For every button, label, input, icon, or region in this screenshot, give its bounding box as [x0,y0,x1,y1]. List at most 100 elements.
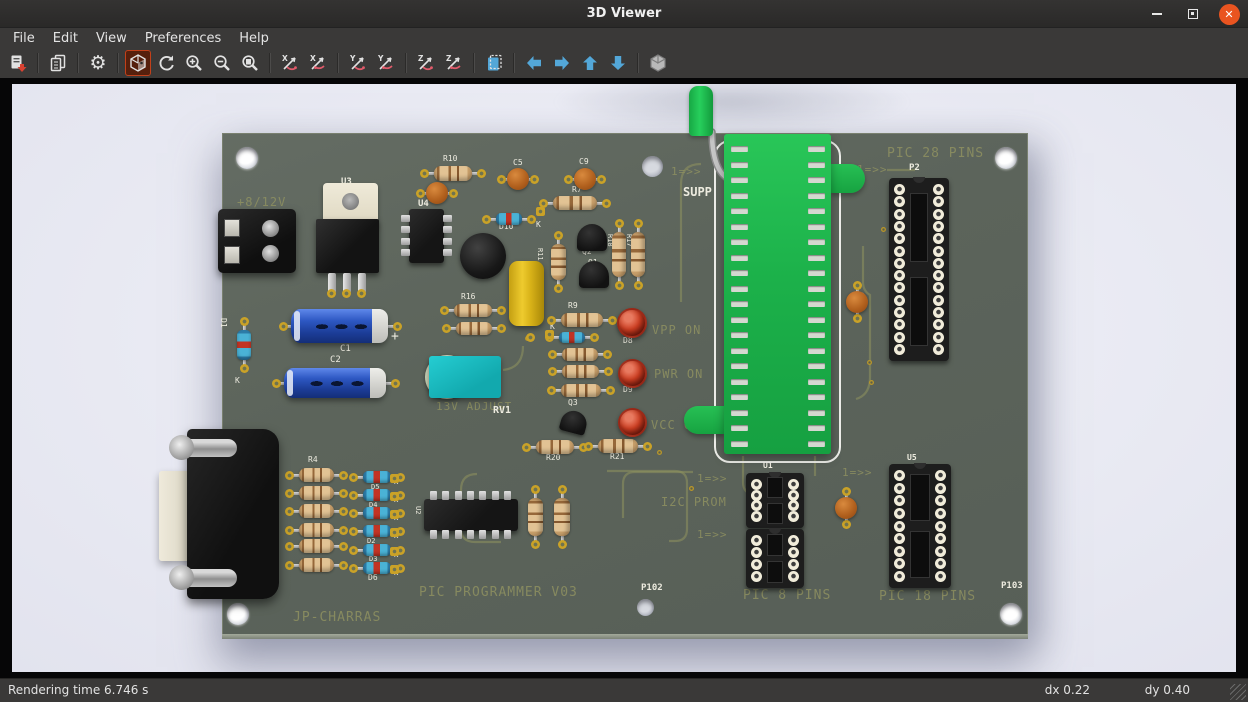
pcb-board: +8/12VPIC 28 PINS1=>>1=>>SUPPVPP ONPWR O… [222,133,1028,635]
menu-help[interactable]: Help [230,30,278,47]
component-R13 [552,485,572,549]
component-R11 [549,231,568,293]
component-C5 [497,168,539,190]
component-C3 [509,261,544,326]
silkscreen-text: P103 [1001,582,1023,591]
rotate-y-counterclockwise-button[interactable]: Y [373,50,399,76]
silkscreen-text: PIC 18 PINS [879,590,976,603]
move-up-button[interactable] [577,50,603,76]
via [689,486,694,491]
silkscreen-text: PIC PROGRAMMER V03 [419,586,578,599]
title-bar[interactable]: 3D Viewer ✕ [0,0,1248,28]
toolbar-separator [77,53,79,73]
component-Q2 [577,224,607,251]
toolbar-separator [637,53,639,73]
component-P2-socket [889,178,949,361]
3d-viewport[interactable]: +8/12VPIC 28 PINS1=>>1=>>SUPPVPP ONPWR O… [12,84,1236,672]
silkscreen-text: I2C PROM [661,496,727,508]
arrow-down-icon [608,53,628,73]
refresh-icon [156,53,176,73]
silkscreen-text: P102 [641,584,663,593]
via [881,227,886,232]
zoom-out-button[interactable] [209,50,235,76]
silkscreen-text: R10 [443,155,457,163]
resize-grip[interactable] [1230,684,1246,700]
component-U3-regulator [316,183,379,298]
menu-edit[interactable]: Edit [44,30,87,47]
component-pad-k [390,547,399,556]
reload-board-button[interactable] [153,50,179,76]
rotate-x-counterclockwise-button[interactable]: X [305,50,331,76]
component-U1-socket [746,473,804,528]
move-right-button[interactable] [549,50,575,76]
menu-preferences[interactable]: Preferences [136,30,230,47]
orthographic-projection-button[interactable] [645,50,671,76]
silkscreen-text: C9 [579,158,589,166]
component-pad-k [545,330,554,339]
zoom-in-icon [184,53,204,73]
component-R4 [285,466,348,484]
component-R15 [442,320,506,337]
render-options-button[interactable]: ⚙ [85,50,111,76]
component-R6 [285,502,348,520]
silkscreen-text: R11 [536,248,543,261]
toggle-3d-orientation-button[interactable] [125,50,151,76]
svg-text:Z: Z [446,54,452,63]
component-R16 [440,302,506,319]
zoom-fit-button[interactable] [237,50,263,76]
pan-mode-button[interactable] [481,50,507,76]
toolbar-separator [37,53,39,73]
component-pad-k [390,474,399,483]
component-J1-db9 [159,429,279,599]
menu-file[interactable]: File [4,30,44,47]
component-U6-socket [746,529,804,588]
status-bar: Rendering time 6.746 s dx 0.22 dy 0.40 [0,678,1248,702]
rotate-y-clockwise-button[interactable]: Y [345,50,371,76]
rotate-z-counterclockwise-button[interactable]: Z [441,50,467,76]
silkscreen-text: C5 [513,159,523,167]
silkscreen-text: D1 [219,318,227,328]
component-pad-k [390,492,399,501]
toolbar: ⚙ X X Y Y Z Z [0,48,1248,78]
rotate-z-clockwise-button[interactable]: Z [413,50,439,76]
arrow-right-icon [552,53,572,73]
close-button[interactable]: ✕ [1218,3,1240,25]
component-C9 [564,168,606,190]
svg-text:Y: Y [349,54,356,63]
gear-icon: ⚙ [89,54,106,73]
toolbar-separator [337,53,339,73]
component-R3 [285,556,348,574]
export-image-button[interactable] [5,50,31,76]
arrow-up-icon [580,53,600,73]
copy-icon [48,53,68,73]
svg-text:X: X [310,54,316,63]
silkscreen-text: U5 [907,454,917,462]
rot-x-ccw-icon: X [308,53,328,73]
silkscreen-text: PIC 28 PINS [887,147,984,160]
move-left-button[interactable] [521,50,547,76]
minimize-button[interactable] [1146,3,1168,25]
component-mount-hole-tm [642,156,663,177]
move-down-button[interactable] [605,50,631,76]
component-C4 [416,182,458,204]
component-R7 [539,194,611,212]
svg-text:Z: Z [418,54,424,63]
menu-view[interactable]: View [87,30,136,47]
component-R14 [548,363,613,380]
component-U2-ic [424,499,518,531]
maximize-button[interactable] [1182,3,1204,25]
copy-image-button[interactable] [45,50,71,76]
window-controls: ✕ [1146,0,1240,28]
via [657,450,662,455]
3d-viewer-window: 3D Viewer ✕ FileEditViewPreferencesHelp … [0,0,1248,702]
status-dx: dx 0.22 [1045,683,1090,697]
silkscreen-text: JP-CHARRAS [293,611,381,624]
rot-y-cw-icon: Y [348,53,368,73]
component-pad-k [390,528,399,537]
zoom-in-button[interactable] [181,50,207,76]
toolbar-separator [405,53,407,73]
component-R18 [610,219,628,290]
pan-icon [484,53,504,73]
component-Q1 [579,261,609,288]
rotate-x-clockwise-button[interactable]: X [277,50,303,76]
